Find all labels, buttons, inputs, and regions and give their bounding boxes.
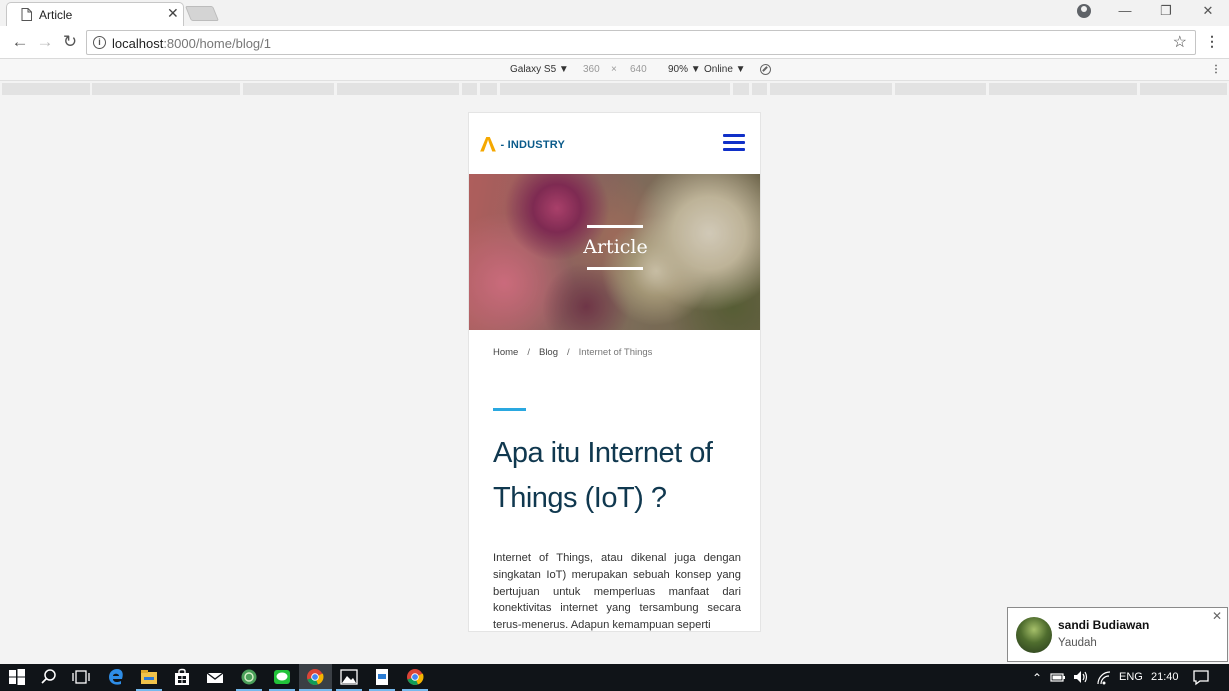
browser-toolbar: ← → ↻ i localhost:8000/home/blog/1 ☆ ⋮ (0, 26, 1229, 59)
device-toolbar: Galaxy S5 ▼ 360 × 640 90% ▼ Online ▼ ⋮ (0, 59, 1229, 81)
site-header: Λ - INDUSTRY (469, 113, 760, 174)
url-text: localhost:8000/home/blog/1 (112, 36, 272, 51)
forward-arrow-icon[interactable]: → (35, 32, 55, 52)
document-app-icon[interactable] (373, 668, 391, 686)
breadcrumb-home[interactable]: Home (493, 347, 518, 358)
notification-sender: sandi Budiawan (1058, 618, 1150, 632)
media-query-segment[interactable] (337, 83, 459, 95)
media-query-segment[interactable] (2, 83, 90, 95)
info-icon[interactable]: i (93, 36, 106, 49)
rotate-icon[interactable] (760, 64, 771, 75)
task-view-icon[interactable] (72, 668, 90, 686)
reload-icon[interactable]: ↻ (60, 32, 80, 52)
device-select[interactable]: Galaxy S5 ▼ (510, 64, 569, 75)
media-query-segment[interactable] (243, 83, 334, 95)
chrome-icon[interactable] (306, 668, 324, 686)
chrome-icon[interactable] (406, 668, 424, 686)
language-indicator[interactable]: ENG (1119, 671, 1143, 683)
mail-icon[interactable] (206, 668, 224, 686)
media-query-segment[interactable] (500, 83, 730, 95)
device-menu-icon[interactable]: ⋮ (1211, 64, 1221, 75)
windows-taskbar: ⌃ ENG 21:40 (0, 664, 1229, 691)
browser-tab[interactable]: Article ✕ (6, 2, 184, 26)
media-query-segment[interactable] (480, 83, 497, 95)
minimize-button[interactable]: — (1105, 3, 1145, 18)
viewport-height[interactable]: 640 (630, 64, 647, 75)
battery-icon[interactable] (1050, 668, 1066, 686)
site-logo[interactable]: Λ - INDUSTRY (480, 132, 566, 157)
media-query-segment[interactable] (989, 83, 1137, 95)
breadcrumb-blog[interactable]: Blog (539, 347, 558, 358)
hero-bottom-line (587, 267, 643, 270)
media-query-segment[interactable] (1140, 83, 1227, 95)
breadcrumb: Home / Blog / Internet of Things (493, 347, 653, 358)
document-icon (21, 8, 32, 21)
media-query-segment[interactable] (462, 83, 477, 95)
clock[interactable]: 21:40 (1151, 671, 1179, 683)
tab-title: Article (39, 8, 73, 22)
media-query-segment[interactable] (895, 83, 986, 95)
media-query-bar (0, 82, 1229, 96)
dimension-times: × (611, 64, 617, 75)
close-window-button[interactable]: ✕ (1188, 3, 1228, 19)
article-title: Apa itu Internet of Things (IoT) ? (493, 437, 713, 514)
store-icon[interactable] (173, 668, 191, 686)
notification-message: Yaudah (1058, 637, 1097, 649)
network-select[interactable]: Online ▼ (704, 64, 746, 75)
media-query-segment[interactable] (733, 83, 749, 95)
article-body: Internet of Things, atau dikenal juga de… (493, 552, 741, 632)
hero-top-line (587, 225, 643, 228)
search-icon[interactable] (40, 668, 58, 686)
media-query-segment[interactable] (752, 83, 767, 95)
close-tab-icon[interactable]: ✕ (167, 5, 179, 22)
media-query-segment[interactable] (770, 83, 892, 95)
browser-tab-strip: Article ✕ — ❐ ✕ (0, 0, 1229, 26)
media-query-segment[interactable] (92, 83, 240, 95)
title-accent-line (493, 408, 526, 411)
hero-banner: Article (469, 174, 760, 330)
avatar (1016, 617, 1052, 653)
profile-icon[interactable] (1077, 4, 1091, 18)
new-tab-button[interactable] (184, 6, 220, 21)
tray-chevron-icon[interactable]: ⌃ (1032, 671, 1042, 685)
breadcrumb-current: Internet of Things (578, 347, 653, 358)
logo-text: - INDUSTRY (500, 139, 566, 151)
viewport-width[interactable]: 360 (583, 64, 600, 75)
file-explorer-icon[interactable] (140, 668, 158, 686)
restore-button[interactable]: ❐ (1146, 3, 1186, 19)
windows-start-icon[interactable] (8, 668, 26, 686)
hamburger-menu-icon[interactable] (723, 134, 745, 152)
chat-notification[interactable]: sandi Budiawan Yaudah ✕ (1007, 607, 1228, 662)
edge-browser-icon[interactable] (107, 668, 125, 686)
volume-icon[interactable] (1073, 668, 1089, 686)
mobile-viewport: Λ - INDUSTRY Article Home / Blog / Internet … (468, 112, 761, 632)
zoom-select[interactable]: 90% ▼ (668, 64, 701, 75)
action-center-icon[interactable] (1192, 668, 1210, 686)
browser-menu-icon[interactable]: ⋮ (1205, 33, 1219, 50)
address-bar[interactable]: i localhost:8000/home/blog/1 ☆ (86, 30, 1196, 55)
wifi-icon[interactable] (1097, 668, 1111, 686)
photos-icon[interactable] (340, 668, 358, 686)
line-chat-icon[interactable] (273, 668, 291, 686)
back-arrow-icon[interactable]: ← (10, 32, 30, 52)
app-globe-icon[interactable] (240, 668, 258, 686)
logo-mark: Λ (480, 132, 497, 157)
bookmark-star-icon[interactable]: ☆ (1173, 32, 1187, 52)
close-notification-icon[interactable]: ✕ (1212, 609, 1222, 623)
hero-title: Article (583, 236, 648, 258)
